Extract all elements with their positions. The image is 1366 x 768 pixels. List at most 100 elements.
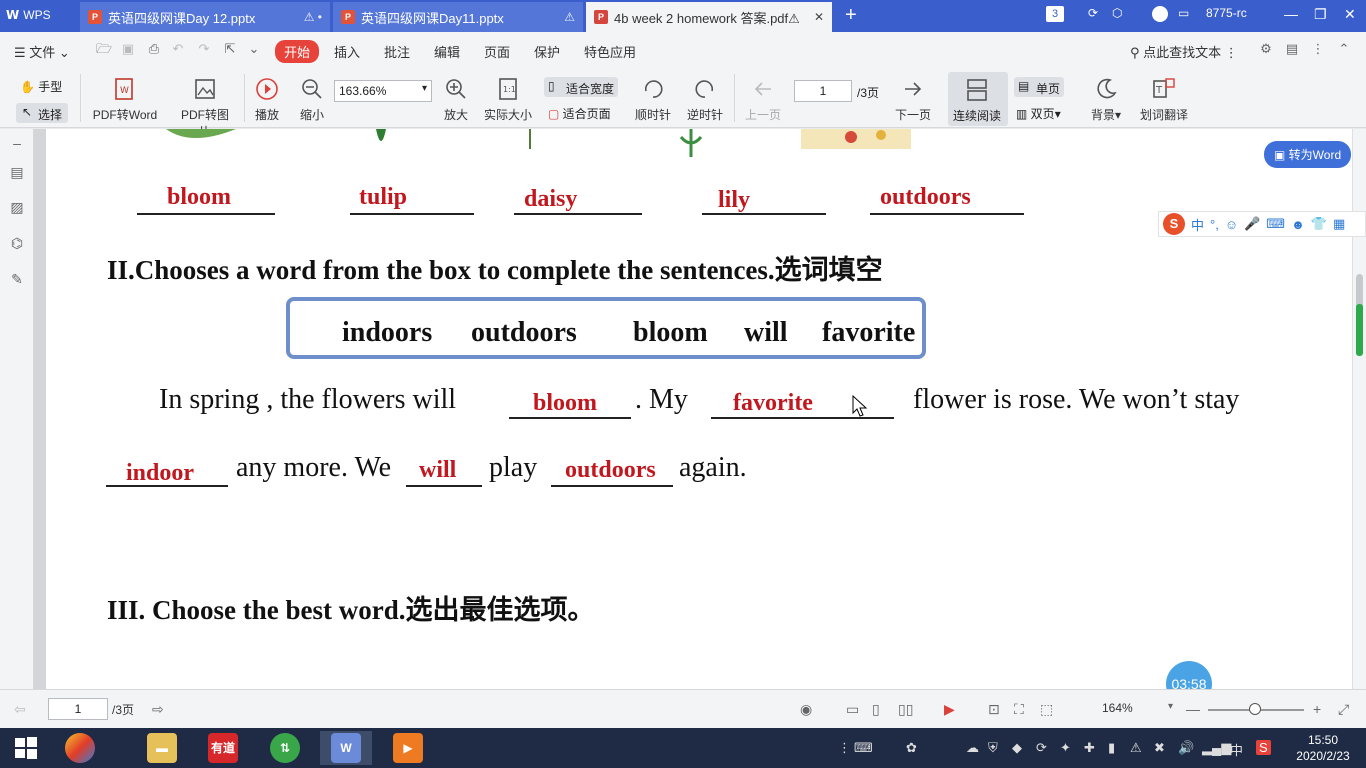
user-icon[interactable]: ☻ <box>1291 217 1305 232</box>
play-icon[interactable]: ▶ <box>944 701 955 718</box>
shirt-icon[interactable]: ⬡ <box>1112 6 1122 20</box>
minimize-icon[interactable]: — <box>1284 6 1298 22</box>
menu-start[interactable]: 开始 <box>275 40 320 63</box>
actual-size-button[interactable]: 1:1 实际大小 <box>483 76 533 123</box>
arrow-left-icon[interactable]: ⇦ <box>14 701 26 718</box>
comment-icon[interactable]: ▤ <box>1284 41 1300 57</box>
chevron-down-icon[interactable]: ▾ <box>1168 701 1173 712</box>
double-page-button[interactable]: ▥ 双页▾ <box>1016 105 1061 122</box>
tray-alert-icon[interactable]: ⚠ <box>1130 740 1142 756</box>
document-area[interactable]: bloom tulip daisy lily outdoors II.Choos… <box>34 129 1352 689</box>
undo-icon[interactable]: ↶ <box>170 41 186 57</box>
close-tab-icon[interactable]: ✕ <box>814 10 824 24</box>
tray-cloud-icon[interactable]: ☁ <box>966 740 979 756</box>
convert-to-word-button[interactable]: ▣ 转为Word <box>1264 141 1352 168</box>
avatar[interactable] <box>1152 6 1168 22</box>
zoom-minus-icon[interactable]: — <box>1186 701 1200 717</box>
taskbar-app-presenter[interactable]: ▶ <box>382 731 434 765</box>
grid-icon[interactable]: ▦ <box>1333 216 1345 232</box>
menu-insert[interactable]: 插入 <box>334 42 360 61</box>
tab-day12-pptx[interactable]: P 英语四级网课Day 12.pptx ⚠ • <box>80 2 330 32</box>
taskbar-app-youdao[interactable]: 有道 <box>197 731 249 765</box>
network-icon[interactable]: ▂▄▆ <box>1202 740 1231 756</box>
volume-icon[interactable]: 🔊 <box>1178 740 1194 756</box>
menu-page[interactable]: 页面 <box>484 42 510 61</box>
start-button[interactable] <box>0 731 52 765</box>
zoom-out-button[interactable]: 缩小 <box>298 76 326 123</box>
fit-page-button[interactable]: ▢ 适合页面 <box>548 105 611 122</box>
ime-toolbar[interactable]: S 中 °, ☺ 🎤 ⌨ ☻ 👕 ▦ <box>1158 211 1366 237</box>
emoji-icon[interactable]: ☺ <box>1225 217 1238 232</box>
menu-features[interactable]: 特色应用 <box>584 42 636 61</box>
zoom-in-button[interactable]: 放大 <box>442 76 470 123</box>
arrow-right-icon[interactable]: ⇨ <box>152 701 164 718</box>
menu-file[interactable]: ☰ 文件 ⌄ <box>14 42 70 61</box>
tray-add-icon[interactable]: ✚ <box>1084 740 1095 756</box>
tray-app-icon[interactable]: ✿ <box>906 740 917 756</box>
tray-star-icon[interactable]: ✦ <box>1060 740 1071 756</box>
menu-protect[interactable]: 保护 <box>534 42 560 61</box>
previous-page-button[interactable]: 上一页 <box>744 76 782 123</box>
tray-ime-mode[interactable]: 中 <box>1230 740 1243 759</box>
skin-icon[interactable]: 👕 <box>1311 216 1327 232</box>
double-view-icon[interactable]: ▯▯ <box>898 701 913 718</box>
close-window-icon[interactable]: ✕ <box>1344 6 1356 23</box>
menu-edit[interactable]: 编辑 <box>434 42 460 61</box>
sogou-ime-icon[interactable]: S <box>1163 213 1185 235</box>
sogou-tray-icon[interactable]: S <box>1256 740 1271 755</box>
save-icon[interactable]: ▣ <box>120 41 136 57</box>
signature-icon[interactable]: ✎ <box>9 271 25 287</box>
more-vertical-icon[interactable]: ⋮ <box>1310 41 1326 57</box>
restore-icon[interactable]: ❐ <box>1314 6 1327 23</box>
zoom-level-select[interactable]: 163.66% ▾ <box>334 80 432 102</box>
redo-icon[interactable]: ↷ <box>196 41 212 57</box>
next-page-button[interactable]: 下一页 <box>894 76 932 123</box>
battery-icon[interactable]: ▮ <box>1108 740 1115 756</box>
play-button[interactable]: 播放 <box>252 76 282 123</box>
hand-tool-button[interactable]: ✋ 手型 <box>20 78 62 95</box>
taskbar-app-wps[interactable]: W <box>320 731 372 765</box>
device-icon[interactable]: ▭ <box>1178 6 1189 20</box>
print-icon[interactable]: ⎙ <box>146 41 162 57</box>
select-tool-button[interactable]: ↖ 选择 <box>16 103 68 123</box>
fit-width-button[interactable]: ▯ 适合宽度 <box>544 77 618 97</box>
keyboard-icon[interactable]: ⌨ <box>854 740 873 756</box>
taskbar-app-sync[interactable]: ⇅ <box>259 731 311 765</box>
fit-width-icon[interactable]: ⬚ <box>1040 701 1053 718</box>
actual-size-icon[interactable]: ⊡ <box>988 701 1000 718</box>
ime-mode[interactable]: 中 <box>1191 215 1204 234</box>
tray-refresh-icon[interactable]: ⟳ <box>1036 740 1047 756</box>
background-button[interactable]: 背景▾ <box>1088 76 1124 123</box>
continuous-view-icon[interactable]: ▭ <box>846 701 859 718</box>
system-clock[interactable]: 15:50 2020/2/23 <box>1288 732 1358 764</box>
user-id[interactable]: 8775-rc <box>1206 6 1247 20</box>
tab-day11-pptx[interactable]: P 英语四级网课Day11.pptx ⚠ <box>333 2 583 32</box>
export-icon[interactable]: ⇱ <box>222 41 238 57</box>
status-page-input[interactable]: 1 <box>48 698 108 720</box>
wps-logo[interactable]: W WPS <box>6 8 51 22</box>
tray-cross-icon[interactable]: ✖ <box>1154 740 1165 756</box>
tray-game-icon[interactable]: ◆ <box>1012 740 1022 756</box>
open-folder-icon[interactable]: 🗁 <box>96 41 112 57</box>
zoom-slider-knob[interactable] <box>1249 703 1261 715</box>
taskbar-app-photos[interactable] <box>54 731 106 765</box>
keyboard-icon[interactable]: ⌨ <box>1266 216 1285 232</box>
fullscreen-icon[interactable]: ⤢ <box>1338 701 1349 718</box>
taskbar-app-explorer[interactable]: ▬ <box>136 731 188 765</box>
window-count-badge[interactable]: 3 <box>1046 6 1064 22</box>
pdf-to-word-button[interactable]: W PDF转Word <box>92 76 158 123</box>
page-number-input[interactable]: 1 <box>794 80 852 102</box>
eye-protection-icon[interactable]: ◉ <box>800 701 812 718</box>
rotate-counterclockwise-button[interactable]: 逆时针 <box>686 76 724 123</box>
fit-page-icon[interactable]: ⛶ <box>1014 701 1024 718</box>
bookmark-icon[interactable]: ⌬ <box>9 235 25 251</box>
microphone-icon[interactable]: 🎤 <box>1244 216 1260 232</box>
word-translate-button[interactable]: T 划词翻译 <box>1140 76 1188 123</box>
collapse-handle-icon[interactable]: – <box>9 135 25 151</box>
zoom-plus-icon[interactable]: + <box>1313 701 1321 717</box>
single-page-button[interactable]: ▤ 单页 <box>1014 77 1064 97</box>
menu-comment[interactable]: 批注 <box>384 42 410 61</box>
tab-homework-pdf[interactable]: P 4b week 2 homework 答案.pdf⚠ ✕ <box>586 2 832 32</box>
continuous-read-button[interactable]: 连续阅读 <box>948 72 1008 126</box>
tray-shield-icon[interactable]: ⛨ <box>988 740 998 756</box>
